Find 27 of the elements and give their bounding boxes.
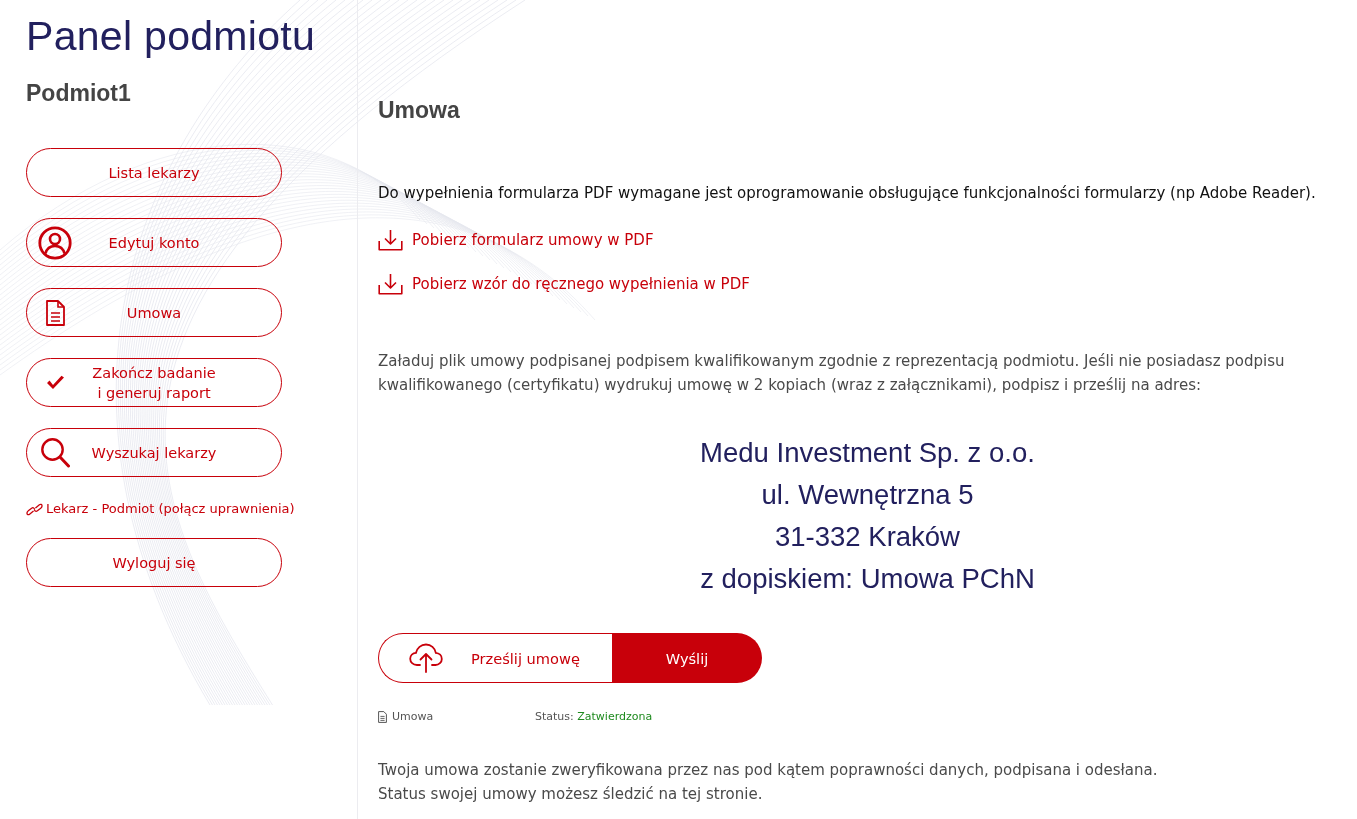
cloud-upload-icon	[409, 643, 443, 673]
file-icon	[378, 711, 387, 723]
footer-text: Twoja umowa zostanie zweryfikowana przez nas pod kątem poprawności danych, podpisana i odesłana.	[378, 760, 1159, 781]
section-heading: Umowa	[378, 96, 461, 124]
instructions-text: Załaduj plik umowy podpisanej podpisem kwalifikowanym zgodnie z reprezentacją podmiotu. Jeśli nie posiadasz podpisu kwalifikowanego (certyfikatu) wydrukuj umowę w 2 kopiach (wraz z załącznikami), podpisz i prześlij na adres:	[378, 351, 1286, 396]
download-icon	[378, 273, 403, 295]
check-icon	[45, 375, 65, 390]
download-icon	[378, 229, 403, 251]
upload-file-button[interactable]: Prześlij umowę	[378, 633, 612, 683]
document-icon	[45, 299, 65, 326]
download-link[interactable]: Pobierz formularz umowy w PDF	[378, 229, 654, 251]
address-line: 31-332 Kraków	[775, 520, 960, 554]
address-line: ul. Wewnętrzna 5	[761, 478, 974, 512]
file-name: Umowa	[392, 709, 434, 725]
download-link[interactable]: Pobierz wzór do ręcznego wypełnienia w PDF	[378, 273, 750, 295]
address-line: Medu Investment Sp. z o.o.	[700, 436, 1035, 470]
search-icon	[40, 437, 70, 468]
footer-text: Status swojej umowy możesz śledzić na tej stronie.	[378, 784, 764, 805]
link-icon	[26, 502, 43, 516]
page-title: Panel podmiotu	[26, 12, 317, 60]
info-text: Do wypełnienia formularza PDF wymagane jest oprogramowanie obsługujące funkcjonalności formularzy (np Adobe Reader).	[378, 183, 1317, 204]
address-line: z dopiskiem: Umowa PChN	[700, 562, 1035, 596]
user-circle-icon	[38, 225, 72, 260]
permissions-link[interactable]: Lekarz - Podmiot (połącz uprawnienia)	[26, 500, 295, 518]
send-button[interactable]: Wyślij	[612, 633, 762, 683]
entity-name: Podmiot1	[26, 79, 132, 107]
status-text: Status: Zatwierdzona	[535, 709, 653, 725]
